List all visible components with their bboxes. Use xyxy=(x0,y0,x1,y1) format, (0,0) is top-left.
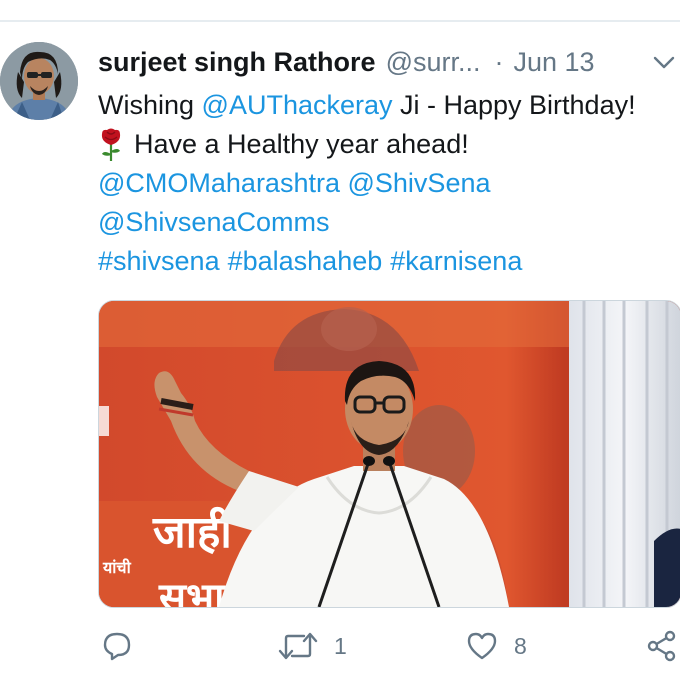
retweet-icon xyxy=(278,631,318,661)
banner-text-small: यांची xyxy=(102,558,132,577)
text-happy-birthday: Ji - Happy Birthday! xyxy=(392,90,636,120)
tweet-line-2: Have a Healthy year ahead! xyxy=(98,125,680,164)
tweet-actions: 1 8 xyxy=(98,624,680,668)
text-wishing: Wishing xyxy=(98,90,202,120)
like-count: 8 xyxy=(514,632,527,659)
like-icon xyxy=(466,631,498,661)
share-button[interactable] xyxy=(646,624,678,668)
mention-cmomaharashtra[interactable]: @CMOMaharashtra xyxy=(98,164,340,203)
top-divider xyxy=(0,20,680,22)
reply-button[interactable] xyxy=(102,624,148,668)
hashtag-shivsena[interactable]: #shivsena xyxy=(98,242,220,281)
tweet-line-1: Wishing @AUThackeray Ji - Happy Birthday… xyxy=(98,86,680,125)
retweet-count: 1 xyxy=(334,632,347,659)
tweet-media-image[interactable]: जाही यांची सभा xyxy=(98,300,680,608)
avatar[interactable] xyxy=(0,42,78,120)
hashtag-balashaheb[interactable]: #balashaheb xyxy=(228,242,383,281)
mention-authackeray[interactable]: @AUThackeray xyxy=(202,86,393,125)
tweet-line-5: #shivsena #balashaheb #karnisena xyxy=(98,242,680,281)
tweet-date[interactable]: Jun 13 xyxy=(513,47,594,78)
rose-emoji-icon xyxy=(98,128,124,162)
tweet-header: surjeet singh Rathore @surr... · Jun 13 xyxy=(98,44,680,80)
share-icon xyxy=(646,630,678,662)
retweet-button[interactable]: 1 xyxy=(278,624,347,668)
banner-text-bottom: सभा xyxy=(158,575,226,607)
like-button[interactable]: 8 xyxy=(466,624,527,668)
mention-shivsenacomms[interactable]: @ShivsenaComms xyxy=(98,203,329,242)
tweet-line-4: @ShivsenaComms xyxy=(98,203,680,242)
separator-dot: · xyxy=(494,46,504,77)
mention-shivsena[interactable]: @ShivSena xyxy=(348,164,491,203)
author-handle[interactable]: @surr... xyxy=(386,47,481,78)
tweet-text: Wishing @AUThackeray Ji - Happy Birthday… xyxy=(98,86,680,281)
text-healthy-year: Have a Healthy year ahead! xyxy=(134,129,469,159)
hashtag-karnisena[interactable]: #karnisena xyxy=(390,242,522,281)
tweet-line-3: @CMOMaharashtra @ShivSena xyxy=(98,164,680,203)
chevron-down-icon[interactable] xyxy=(650,48,678,76)
banner-text-big: जाही xyxy=(152,506,233,558)
author-name[interactable]: surjeet singh Rathore xyxy=(98,47,376,78)
reply-icon xyxy=(102,631,132,661)
